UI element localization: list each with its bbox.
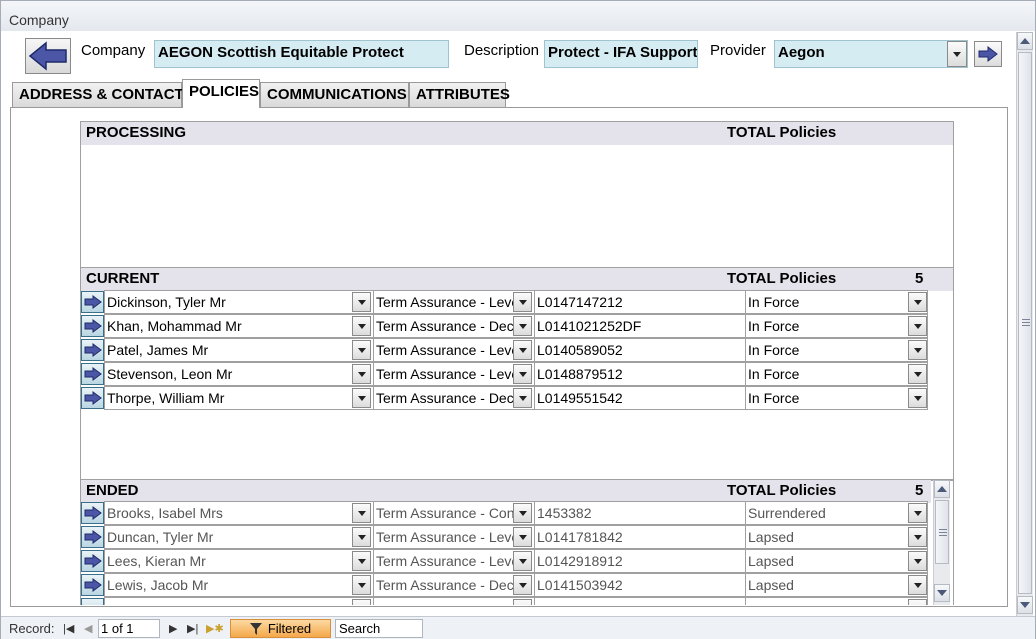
form-scroll-up-button[interactable] — [1017, 32, 1033, 50]
form-scroll-down-button[interactable] — [1017, 596, 1033, 614]
policy-status-dropdown[interactable] — [908, 599, 927, 605]
company-form-window: Company Company AEGON Scottish Equitable… — [0, 0, 1036, 639]
open-policy-button[interactable] — [81, 526, 104, 548]
policy-holder-dropdown[interactable] — [352, 527, 371, 547]
search-input[interactable]: Search — [335, 619, 423, 638]
row-arrow-icon — [84, 554, 102, 568]
policy-holder-combo[interactable]: Lees, Kieran Mr — [104, 549, 374, 573]
record-label: Record: — [9, 621, 55, 636]
policy-holder-combo[interactable]: Lewis, Jacob Mr — [104, 573, 374, 597]
chevron-down-icon — [357, 582, 366, 588]
policy-number-field[interactable]: L0142918912 — [534, 549, 746, 573]
chevron-down-icon — [518, 558, 527, 564]
policy-status-combo[interactable] — [745, 597, 928, 605]
policy-status-dropdown[interactable] — [908, 551, 927, 571]
ended-clip: Brooks, Isabel Mrs Term Assurance - Conv 1… — [1, 1, 1036, 605]
policy-holder-combo[interactable]: Duncan, Tyler Mr — [104, 525, 374, 549]
product-dropdown[interactable] — [513, 527, 532, 547]
tab-policies[interactable]: POLICIES — [182, 79, 260, 108]
product-combo[interactable]: Term Assurance - Leve — [373, 549, 535, 573]
open-policy-button[interactable] — [81, 598, 104, 605]
ended-scrollbar[interactable] — [933, 480, 950, 605]
policy-holder-dropdown[interactable] — [352, 575, 371, 595]
policy-number-field[interactable]: 1453382 — [534, 501, 746, 525]
policy-row[interactable]: Duncan, Tyler Mr Term Assurance - Leve L01… — [81, 525, 929, 549]
policy-holder-dropdown[interactable] — [352, 599, 371, 605]
product-combo[interactable]: Term Assurance - Leve — [373, 525, 535, 549]
policy-row[interactable]: Lewis, Jacob Mr Term Assurance - Decr L014… — [81, 573, 929, 597]
scroll-up-icon — [937, 486, 947, 492]
policy-number-field[interactable]: L0141781842 — [534, 525, 746, 549]
scroll-down-icon — [937, 590, 947, 596]
filter-label: Filtered — [267, 621, 312, 636]
policy-row[interactable]: Lees, Kieran Mr Term Assurance - Leve L014… — [81, 549, 929, 573]
policy-holder-combo[interactable]: Brooks, Isabel Mrs — [104, 501, 374, 525]
scroll-up-button[interactable] — [934, 480, 950, 498]
row-arrow-icon — [84, 506, 102, 520]
policy-status-dropdown[interactable] — [908, 527, 927, 547]
open-policy-button[interactable] — [81, 550, 104, 572]
record-navigation-bar: Record: |◀ ◀ 1 of 1 ▶ ▶| ▶✱ Filtered Sea… — [1, 616, 1035, 639]
row-arrow-icon — [84, 578, 102, 592]
product-combo[interactable] — [373, 597, 535, 605]
chevron-down-icon — [913, 582, 922, 588]
chevron-down-icon — [357, 558, 366, 564]
policy-number-field[interactable] — [534, 597, 746, 605]
open-policy-button[interactable] — [81, 502, 104, 524]
form-scrollbar[interactable] — [1016, 32, 1033, 616]
product-dropdown[interactable] — [513, 599, 532, 605]
row-arrow-icon — [84, 530, 102, 544]
chevron-down-icon — [518, 534, 527, 540]
policy-holder-dropdown[interactable] — [352, 503, 371, 523]
chevron-down-icon — [518, 582, 527, 588]
product-dropdown[interactable] — [513, 551, 532, 571]
policy-status-combo[interactable]: Lapsed — [745, 573, 928, 597]
last-record-icon[interactable]: ▶| — [187, 622, 198, 635]
product-dropdown[interactable] — [513, 575, 532, 595]
record-number-input[interactable]: 1 of 1 — [98, 619, 160, 638]
chevron-down-icon — [357, 534, 366, 540]
policy-row[interactable]: Brooks, Isabel Mrs Term Assurance - Conv 1… — [81, 501, 929, 525]
chevron-down-icon — [357, 510, 366, 516]
next-record-icon[interactable]: ▶ — [169, 622, 177, 635]
chevron-down-icon — [518, 510, 527, 516]
new-record-icon[interactable]: ▶✱ — [206, 622, 224, 635]
policy-status-dropdown[interactable] — [908, 575, 927, 595]
product-combo[interactable]: Term Assurance - Decr — [373, 573, 535, 597]
funnel-icon — [249, 622, 262, 635]
form-scroll-thumb[interactable] — [1018, 52, 1032, 594]
policy-holder-dropdown[interactable] — [352, 551, 371, 571]
scroll-up-icon — [1020, 38, 1030, 44]
scroll-down-button[interactable] — [934, 584, 950, 602]
product-dropdown[interactable] — [513, 503, 532, 523]
policy-status-combo[interactable]: Surrendered — [745, 501, 928, 525]
scroll-down-icon — [1020, 602, 1030, 608]
policy-status-combo[interactable]: Lapsed — [745, 525, 928, 549]
product-combo[interactable]: Term Assurance - Conv — [373, 501, 535, 525]
previous-record-icon[interactable]: ◀ — [84, 622, 92, 635]
scroll-thumb[interactable] — [935, 500, 949, 564]
policy-holder-combo[interactable] — [104, 597, 374, 605]
policy-status-combo[interactable]: Lapsed — [745, 549, 928, 573]
policy-row[interactable] — [81, 597, 929, 605]
open-policy-button[interactable] — [81, 574, 104, 596]
chevron-down-icon — [913, 510, 922, 516]
policy-status-dropdown[interactable] — [908, 503, 927, 523]
chevron-down-icon — [913, 534, 922, 540]
first-record-icon[interactable]: |◀ — [63, 622, 74, 635]
filter-toggle-button[interactable]: Filtered — [230, 619, 331, 638]
chevron-down-icon — [913, 558, 922, 564]
policy-number-field[interactable]: L0141503942 — [534, 573, 746, 597]
